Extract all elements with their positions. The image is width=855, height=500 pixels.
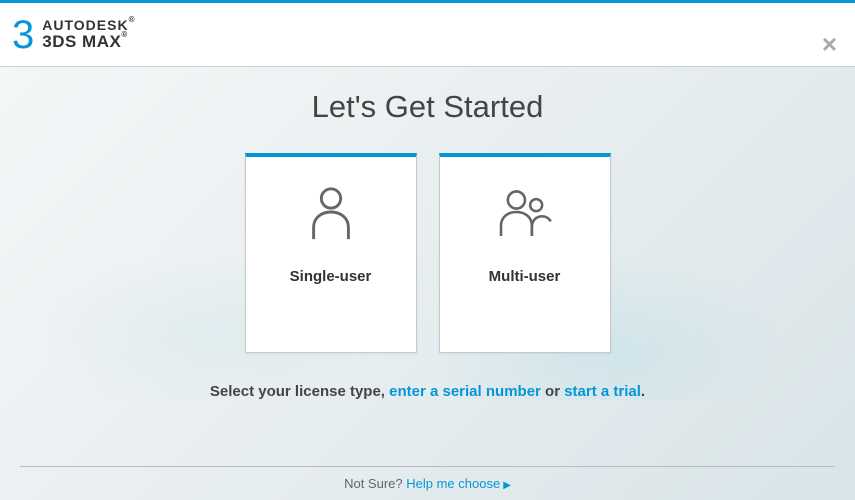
page-title: Let's Get Started: [0, 89, 855, 125]
multi-user-card[interactable]: Multi-user: [439, 153, 611, 353]
single-user-card[interactable]: Single-user: [245, 153, 417, 353]
help-me-choose-link[interactable]: Help me choose: [406, 476, 500, 491]
close-icon[interactable]: ×: [822, 31, 837, 57]
instruction-prefix: Select your license type,: [210, 383, 389, 400]
chevron-right-icon: ▶: [503, 480, 511, 491]
instruction-text: Select your license type, enter a serial…: [0, 383, 855, 400]
instruction-middle: or: [541, 383, 564, 400]
license-cards-row: Single-user Multi-user: [0, 153, 855, 353]
instruction-suffix: .: [641, 383, 645, 400]
brand-line2: 3DS MAX®: [42, 33, 135, 51]
multi-user-icon: [495, 183, 555, 268]
header-bar: 3 AUTODESK® 3DS MAX® ×: [0, 3, 855, 67]
footer-bar: Not Sure? Help me choose▶: [20, 466, 835, 500]
enter-serial-link[interactable]: enter a serial number: [389, 383, 541, 400]
card-label: Multi-user: [489, 268, 561, 285]
logo-3-icon: 3: [12, 15, 34, 55]
single-user-icon: [301, 183, 361, 268]
brand-text: AUTODESK® 3DS MAX®: [42, 18, 135, 51]
start-trial-link[interactable]: start a trial: [564, 383, 641, 400]
footer-prefix: Not Sure?: [344, 476, 406, 491]
card-label: Single-user: [290, 268, 372, 285]
brand-logo: 3 AUTODESK® 3DS MAX®: [12, 15, 135, 55]
